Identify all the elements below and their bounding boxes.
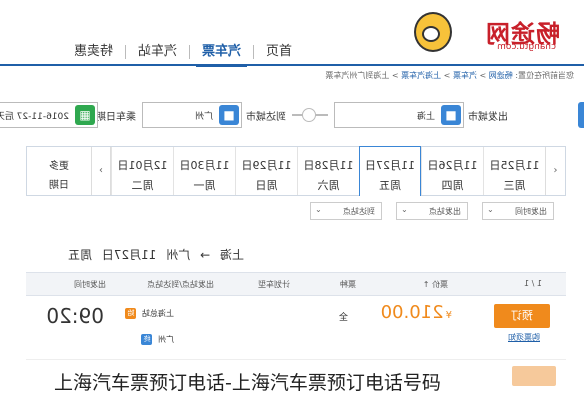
route-date: 11月27日	[101, 248, 157, 262]
to-city-label: 到达城市	[246, 112, 286, 123]
logo-subtitle: changtu.com	[497, 42, 556, 52]
book-button[interactable]	[512, 366, 556, 386]
depart-station: 上海总站 始	[125, 308, 174, 319]
breadcrumb: 您当前所在位置: 畅途网 > 汽车票 > 上海汽车票 > 上海到广州汽车票	[325, 71, 574, 80]
to-city-field[interactable]: ■ 广州	[142, 102, 242, 128]
header-divider	[0, 64, 584, 66]
date-tab-day: 周六	[317, 179, 340, 192]
table-row: 09:20 上海总站 始 广州 终 全 ¥210.00 预订 购票须知	[26, 296, 566, 360]
more-dates-button[interactable]: 更多 日期	[27, 147, 91, 195]
to-city-value: 广州	[194, 112, 213, 122]
nav-item-home[interactable]: 首页	[254, 40, 304, 64]
price-currency: ¥	[445, 310, 452, 321]
depart-station-name: 上海总站	[142, 309, 174, 318]
date-tab-date: 11月30日	[179, 159, 230, 172]
table-header: 出发时间 出发站点/到达站点 计划车型 票种 票价 ↑ 1 / 1	[26, 272, 566, 296]
page: 畅途网 changtu.com 首页 汽车票 汽车站 特卖惠 您当前所在位置: …	[0, 0, 584, 400]
ticket-type: 全	[338, 313, 348, 323]
price-value: 210.00	[380, 302, 444, 323]
th-bus-type: 计划车型	[258, 280, 290, 289]
arrive-station: 广州 终	[141, 334, 174, 345]
overlay-caption: 上海汽车票预订电话-上海汽车票预订电话号码	[54, 372, 441, 394]
calendar-icon: ▦	[75, 105, 95, 125]
mirrored-page: 畅途网 changtu.com 首页 汽车票 汽车站 特卖惠 您当前所在位置: …	[0, 0, 584, 400]
route-day: 周五	[68, 248, 93, 262]
date-tab-date: 11月26日	[427, 159, 478, 172]
date-tab-date: 11月25日	[489, 159, 540, 172]
date-tab[interactable]: 11月29日 周日	[235, 147, 297, 195]
th-ticket-type: 票种	[340, 280, 356, 289]
book-button[interactable]: 预订	[494, 304, 550, 328]
end-badge: 终	[141, 334, 153, 345]
filter-label: 出发时间	[515, 207, 547, 216]
route-summary: 上海 → 广州 11月27日 周五	[62, 246, 244, 263]
date-tab[interactable]: 11月28日 周六	[297, 147, 359, 195]
more-dates-line2: 日期	[49, 180, 69, 191]
logo-mascot-icon	[414, 12, 452, 52]
breadcrumb-bus-tickets[interactable]: 汽车票	[453, 71, 477, 80]
site-header: 畅途网 changtu.com 首页 汽车票 汽车站 特卖惠	[0, 0, 584, 64]
route-from: 上海	[219, 248, 244, 262]
ticket-price: ¥210.00	[381, 302, 452, 323]
date-tab-date: 11月29日	[241, 159, 292, 172]
date-tab-day: 周日	[255, 179, 278, 192]
date-tab-day: 周五	[379, 179, 401, 192]
date-tab[interactable]: 11月30日 周一	[173, 147, 235, 195]
from-city-label: 出发城市	[468, 112, 508, 123]
date-tab-date: 11月27日	[365, 159, 415, 172]
date-tab[interactable]: 11月26日 周四	[421, 147, 483, 195]
filter-arrive-station[interactable]: 到达站点 ⌄	[310, 202, 382, 220]
nav-item-bus-tickets[interactable]: 汽车票	[190, 40, 253, 64]
depart-time: 09:20	[46, 304, 104, 328]
date-tab-day: 周一	[193, 179, 216, 192]
start-badge: 始	[125, 308, 137, 319]
date-tab-day: 周三	[503, 179, 526, 192]
nav-item-specials[interactable]: 特卖惠	[62, 40, 125, 64]
date-tab-date: 11月28日	[303, 159, 354, 172]
date-tab[interactable]: 12月01日 周二	[111, 147, 173, 195]
date-tab[interactable]: 11月25日 周三	[483, 147, 545, 195]
site-logo[interactable]: 畅途网 changtu.com	[414, 10, 560, 56]
th-price[interactable]: 票价 ↑	[423, 279, 448, 290]
chevron-down-icon: ⌄	[487, 205, 494, 214]
main-nav: 首页 汽车票 汽车站 特卖惠	[62, 40, 304, 64]
purchase-notice-link[interactable]: 购票须知	[508, 332, 540, 343]
from-city-field[interactable]: ■ 上海	[334, 102, 464, 128]
th-depart-time[interactable]: 出发时间	[74, 279, 106, 290]
breadcrumb-home[interactable]: 畅途网	[489, 71, 513, 80]
arrive-station-name: 广州	[158, 335, 174, 344]
breadcrumb-prefix: 您当前所在位置:	[515, 71, 574, 80]
date-value: 2016-11-27 后天	[0, 112, 69, 122]
breadcrumb-current: 上海到广州汽车票	[325, 71, 390, 80]
bus-icon: ■	[441, 105, 461, 125]
filter-label: 出发站点	[429, 207, 461, 216]
next-dates-arrow-icon[interactable]: ›	[91, 147, 111, 195]
side-search-button[interactable]	[578, 102, 584, 128]
prev-dates-arrow-icon[interactable]: ‹	[545, 147, 565, 195]
breadcrumb-shanghai[interactable]: 上海汽车票	[401, 71, 441, 80]
date-tab-day: 周二	[131, 179, 154, 192]
filter-depart-time[interactable]: 出发时间 ⌄	[482, 202, 554, 220]
date-tab-date: 12月01日	[117, 159, 168, 172]
nav-item-bus-stations[interactable]: 汽车站	[126, 40, 189, 64]
date-tab-active[interactable]: 11月27日 周五	[359, 146, 421, 196]
filter-label: 到达站点	[343, 207, 375, 216]
date-tab-day: 周四	[441, 179, 464, 192]
from-city-value: 上海	[416, 112, 435, 122]
filter-depart-station[interactable]: 出发站点 ⌄	[396, 202, 468, 220]
route-to: 广州	[166, 248, 191, 262]
date-field[interactable]: ▦ 2016-11-27 后天	[0, 102, 98, 128]
route-arrow: →	[200, 248, 211, 262]
th-pager[interactable]: 1 / 1	[524, 279, 542, 288]
date-tabs: ‹ 11月25日 周三 11月26日 周四 11月27日 周五 11月28日 周…	[26, 146, 566, 196]
date-label: 乘车日期	[96, 112, 136, 123]
th-stations: 出发站点/到达站点	[147, 280, 214, 289]
chevron-down-icon: ⌄	[315, 205, 322, 214]
bus-icon: ■	[219, 105, 239, 125]
search-bar: 出发城市 ■ 上海 到达城市 ■ 广州 乘车日期 ▦ 2016-11-27 后天	[0, 100, 584, 130]
chevron-down-icon: ⌄	[401, 205, 408, 214]
swap-cities-icon[interactable]	[292, 108, 328, 122]
more-dates-line1: 更多	[49, 161, 69, 172]
